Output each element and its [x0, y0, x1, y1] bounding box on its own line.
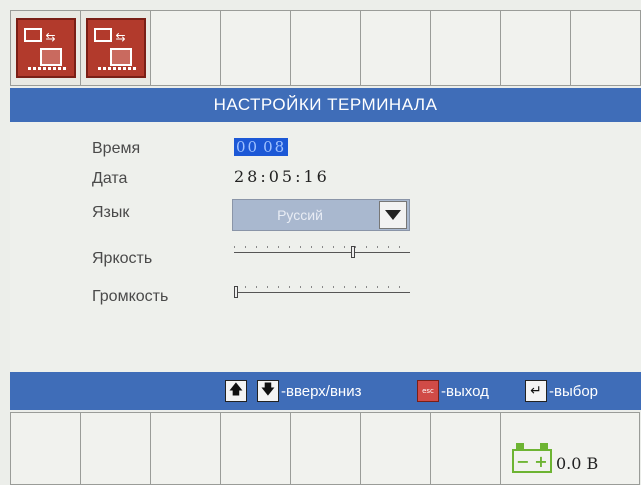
- bottom-softkey-4[interactable]: [220, 412, 291, 485]
- language-value: Руссий: [277, 207, 323, 223]
- esc-icon: esc: [417, 380, 439, 402]
- bottom-softkey-7[interactable]: [430, 412, 501, 485]
- help-exit: esc -выход: [417, 380, 489, 402]
- softkey-9[interactable]: [570, 10, 641, 86]
- language-select[interactable]: Руссий: [232, 199, 410, 231]
- help-updown-text: -вверх/вниз: [281, 382, 362, 400]
- softkey-terminal-settings[interactable]: ⇆: [10, 10, 81, 86]
- enter-icon: ↵: [525, 380, 547, 402]
- language-label: Язык: [92, 204, 130, 221]
- page-title: НАСТРОЙКИ ТЕРМИНАЛА: [213, 95, 438, 114]
- time-minutes[interactable]: 08: [261, 138, 289, 156]
- help-select-text: -выбор: [549, 382, 599, 400]
- bottom-softkey-1[interactable]: [10, 412, 81, 485]
- help-select: ↵ -выбор: [525, 380, 598, 402]
- date-label: Дата: [92, 170, 128, 187]
- help-updown: 🡅 🡇 -вверх/вниз: [225, 380, 361, 402]
- terminal-screen: ⇆ ⇆ НАСТРОЙКИ ТЕРМИНАЛА Время 00 08 Дата …: [0, 0, 641, 485]
- volume-slider[interactable]: [234, 286, 410, 298]
- top-softkey-row: ⇆ ⇆: [10, 10, 641, 86]
- softkey-8[interactable]: [500, 10, 571, 86]
- down-arrow-icon: 🡇: [257, 380, 279, 402]
- brightness-slider-thumb[interactable]: [351, 246, 355, 258]
- softkey-4[interactable]: [220, 10, 291, 86]
- up-arrow-icon: 🡅: [225, 380, 247, 402]
- terminal-settings-icon: ⇆: [15, 18, 76, 78]
- softkey-7[interactable]: [430, 10, 501, 86]
- volume-slider-thumb[interactable]: [234, 286, 238, 298]
- battery-icon: − +: [512, 443, 552, 473]
- brightness-label: Яркость: [92, 250, 153, 267]
- softkey-6[interactable]: [360, 10, 431, 86]
- softkey-5[interactable]: [290, 10, 361, 86]
- title-bar: НАСТРОЙКИ ТЕРМИНАЛА: [10, 88, 641, 122]
- time-field[interactable]: 00 08: [234, 138, 289, 156]
- softkey-display-settings[interactable]: ⇆: [80, 10, 151, 86]
- bottom-softkey-5[interactable]: [290, 412, 361, 485]
- bottom-softkey-2[interactable]: [80, 412, 151, 485]
- help-bar: 🡅 🡇 -вверх/вниз esc -выход ↵ -выбор: [10, 372, 641, 410]
- settings-panel: Время 00 08 Дата 28:05:16 Язык Руссий Ярк…: [10, 122, 641, 372]
- display-settings-icon: ⇆: [85, 18, 146, 78]
- time-hours[interactable]: 00: [234, 138, 262, 156]
- voltage-readout: 0.0 В: [556, 454, 599, 473]
- bottom-softkey-3[interactable]: [150, 412, 221, 485]
- time-label: Время: [92, 140, 141, 157]
- dropdown-arrow-icon[interactable]: [379, 201, 407, 229]
- volume-label: Громкость: [92, 288, 169, 305]
- bottom-softkey-6[interactable]: [360, 412, 431, 485]
- help-exit-text: -выход: [441, 382, 489, 400]
- date-field[interactable]: 28:05:16: [234, 167, 330, 186]
- softkey-3[interactable]: [150, 10, 221, 86]
- brightness-slider[interactable]: [234, 246, 410, 258]
